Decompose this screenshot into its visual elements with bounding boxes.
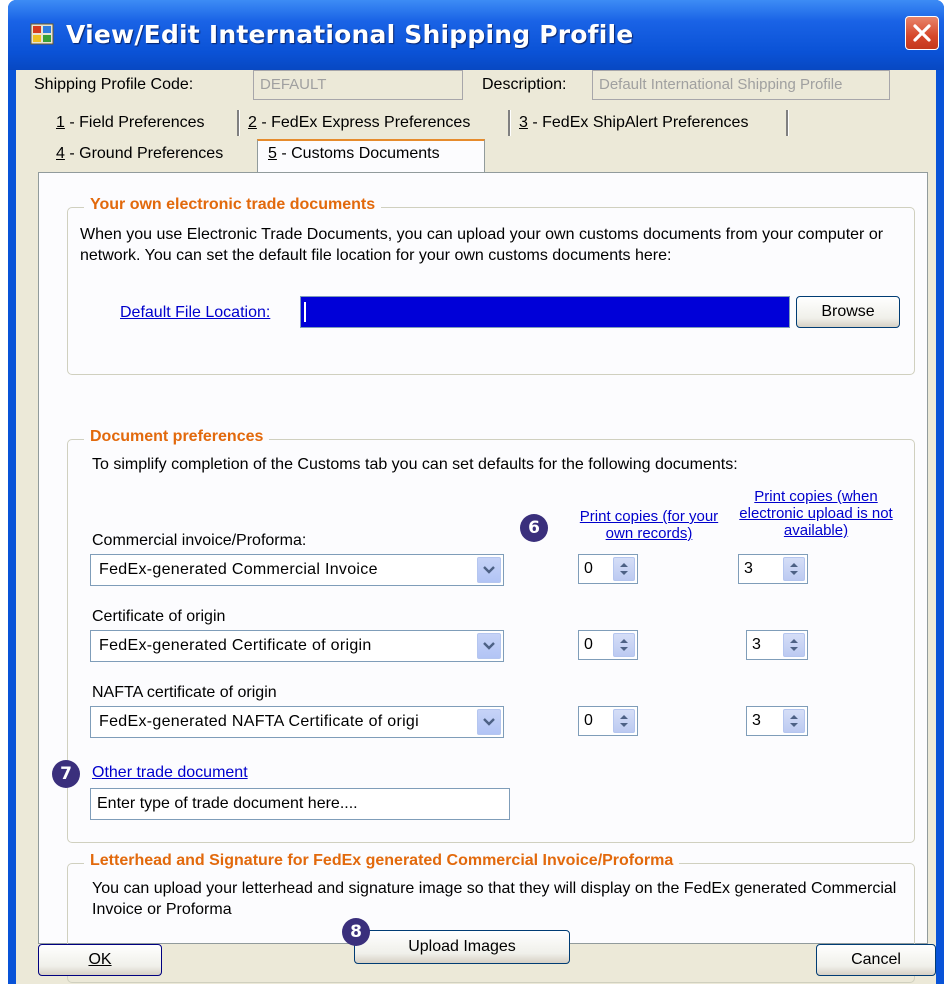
chevron-down-icon xyxy=(483,566,495,574)
document-preferences-group: Document preferences To simplify complet… xyxy=(52,428,915,843)
spinner-buttons[interactable] xyxy=(783,557,805,581)
dialog-window: View/Edit International Shipping Profile… xyxy=(8,0,944,984)
letterhead-description: You can upload your letterhead and signa… xyxy=(92,880,897,918)
nafta-certificate-upload-copies[interactable]: 3 xyxy=(746,706,808,736)
window-title: View/Edit International Shipping Profile xyxy=(66,20,634,49)
chevron-down-icon xyxy=(483,642,495,650)
document-preferences-title: Document preferences xyxy=(84,428,270,446)
commercial-invoice-select[interactable]: FedEx-generated Commercial Invoice xyxy=(90,554,504,586)
certificate-of-origin-upload-copies[interactable]: 3 xyxy=(746,630,808,660)
up-down-arrows-icon xyxy=(790,639,798,651)
up-down-arrows-icon xyxy=(790,715,798,727)
dialog-client: Shipping Profile Code: DEFAULT Descripti… xyxy=(16,70,936,984)
commercial-invoice-label: Commercial invoice/Proforma: xyxy=(92,532,307,549)
own-documents-description: When you use Electronic Trade Documents,… xyxy=(80,226,884,264)
chevron-down-icon xyxy=(483,718,495,726)
browse-button[interactable]: Browse xyxy=(796,296,900,328)
other-trade-document-link[interactable]: Other trade document xyxy=(92,764,248,782)
up-down-arrows-icon xyxy=(620,563,628,575)
app-icon xyxy=(30,23,54,45)
document-preferences-description: To simplify completion of the Customs ta… xyxy=(92,456,738,473)
spinner-buttons[interactable] xyxy=(783,633,805,657)
callout-badge: 6 xyxy=(520,514,548,542)
own-documents-group: Your own electronic trade documents When… xyxy=(67,196,915,375)
spinner-value: 0 xyxy=(584,560,593,577)
tab-shipalert-preferences[interactable]: 3 - FedEx ShipAlert Preferences xyxy=(513,114,748,132)
other-trade-document-value: Enter type of trade document here.... xyxy=(97,795,358,812)
certificate-of-origin-own-copies[interactable]: 0 xyxy=(578,630,638,660)
letterhead-group: Letterhead and Signature for FedEx gener… xyxy=(67,852,915,983)
text-caret xyxy=(304,302,306,322)
print-copies-own-records-link[interactable]: Print copies (for your own records) xyxy=(574,508,724,542)
tab-field-preferences[interactable]: 1 - Field Preferences xyxy=(50,114,205,132)
up-down-arrows-icon xyxy=(620,639,628,651)
spinner-value: 3 xyxy=(752,636,761,653)
spinner-buttons[interactable] xyxy=(783,709,805,733)
commercial-invoice-upload-copies[interactable]: 3 xyxy=(738,554,808,584)
tab-separator xyxy=(508,110,511,136)
tab-separator xyxy=(237,110,240,136)
customs-documents-panel: Your own electronic trade documents When… xyxy=(38,172,928,983)
tab-separator xyxy=(786,110,789,136)
default-file-location-input[interactable] xyxy=(300,296,790,328)
upload-images-button[interactable]: Upload Images xyxy=(354,930,570,964)
up-down-arrows-icon xyxy=(620,715,628,727)
description-label: Description: xyxy=(482,76,567,93)
callout-badge: 7 xyxy=(52,760,80,788)
spinner-buttons[interactable] xyxy=(613,709,635,733)
close-button[interactable] xyxy=(905,16,939,50)
certificate-of-origin-select[interactable]: FedEx-generated Certificate of origin xyxy=(90,630,504,662)
spinner-value: 0 xyxy=(584,712,593,729)
profile-code-field: DEFAULT xyxy=(253,70,463,100)
letterhead-title: Letterhead and Signature for FedEx gener… xyxy=(84,852,680,870)
spinner-buttons[interactable] xyxy=(613,557,635,581)
tab-customs-documents[interactable]: 5 - Customs Documents xyxy=(262,145,440,163)
default-file-location-link[interactable]: Default File Location: xyxy=(120,304,270,322)
spinner-value: 0 xyxy=(584,636,593,653)
nafta-certificate-label: NAFTA certificate of origin xyxy=(92,684,277,701)
profile-code-label: Shipping Profile Code: xyxy=(34,76,194,93)
own-documents-title: Your own electronic trade documents xyxy=(84,196,382,214)
close-icon xyxy=(913,24,931,42)
dropdown-arrow-button[interactable] xyxy=(477,557,501,583)
ok-button[interactable]: OK xyxy=(38,944,162,976)
other-trade-document-input[interactable]: Enter type of trade document here.... xyxy=(90,788,510,820)
nafta-certificate-value: FedEx-generated NAFTA Certificate of ori… xyxy=(99,713,419,730)
commercial-invoice-own-copies[interactable]: 0 xyxy=(578,554,638,584)
title-bar[interactable]: View/Edit International Shipping Profile xyxy=(8,0,944,70)
print-copies-no-upload-link[interactable]: Print copies (when electronic upload is … xyxy=(734,488,898,539)
tab-ground-preferences[interactable]: 4 - Ground Preferences xyxy=(50,145,223,163)
dropdown-arrow-button[interactable] xyxy=(477,633,501,659)
tab-fedex-express-preferences[interactable]: 2 - FedEx Express Preferences xyxy=(242,114,470,132)
cancel-button[interactable]: Cancel xyxy=(816,944,936,976)
callout-badge: 8 xyxy=(342,918,370,946)
spinner-value: 3 xyxy=(752,712,761,729)
ok-button-label: OK xyxy=(88,951,112,968)
spinner-value: 3 xyxy=(744,560,753,577)
certificate-of-origin-label: Certificate of origin xyxy=(92,608,226,625)
nafta-certificate-select[interactable]: FedEx-generated NAFTA Certificate of ori… xyxy=(90,706,504,738)
dropdown-arrow-button[interactable] xyxy=(477,709,501,735)
description-field: Default International Shipping Profile xyxy=(592,70,890,100)
commercial-invoice-value: FedEx-generated Commercial Invoice xyxy=(99,561,378,578)
up-down-arrows-icon xyxy=(790,563,798,575)
nafta-certificate-own-copies[interactable]: 0 xyxy=(578,706,638,736)
certificate-of-origin-value: FedEx-generated Certificate of origin xyxy=(99,637,372,654)
spinner-buttons[interactable] xyxy=(613,633,635,657)
